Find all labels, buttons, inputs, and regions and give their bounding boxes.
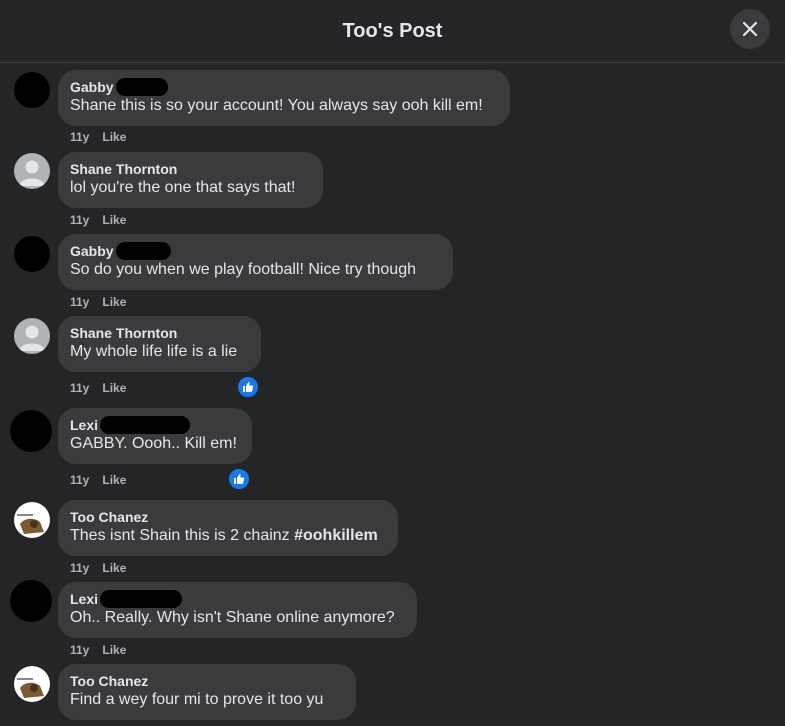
like-link[interactable]: Like: [102, 473, 126, 487]
avatar[interactable]: [14, 318, 50, 354]
comment-text: GABBY. Oooh.. Kill em!: [70, 435, 237, 452]
comment-author[interactable]: Shane Thornton: [70, 160, 311, 178]
comment-text: My whole life life is a lie: [70, 343, 238, 360]
redacted-name: [100, 416, 191, 434]
comment-text: Oh.. Really. Why isn't Shane online anym…: [70, 609, 395, 626]
avatar[interactable]: [10, 580, 52, 622]
like-link[interactable]: Like: [102, 561, 126, 575]
like-link[interactable]: Like: [102, 381, 126, 395]
default-avatar-icon: [19, 160, 45, 186]
comment-bubble: Gabby Shane this is so your account! You…: [58, 70, 510, 126]
thumbs-up-icon: [243, 382, 254, 392]
comment-text: So do you when we play football! Nice tr…: [70, 261, 416, 278]
comment-timestamp[interactable]: 11y: [70, 213, 89, 227]
comment-bubble: Too Chanez Find a wey four mi to prove i…: [58, 664, 356, 720]
comment-author[interactable]: Lexi: [70, 416, 98, 434]
comment-bubble: Gabby So do you when we play football! N…: [58, 234, 453, 290]
comment-timestamp[interactable]: 11y: [70, 130, 89, 144]
avatar[interactable]: [14, 236, 50, 272]
like-link[interactable]: Like: [102, 130, 126, 144]
post-title: Too's Post: [342, 19, 443, 42]
comment-author[interactable]: Gabby: [70, 78, 114, 96]
avatar[interactable]: [14, 666, 50, 702]
comment-timestamp[interactable]: 11y: [70, 561, 89, 575]
comment-timestamp[interactable]: 11y: [70, 295, 89, 309]
comment-bubble: Shane Thornton lol you're the one that s…: [58, 152, 323, 208]
hashtag-link[interactable]: #oohkillem: [294, 527, 378, 544]
comment-text: Find a wey four mi to prove it too yu: [70, 691, 324, 708]
comment-text: Thes isnt Shain this is 2 chainz #oohkil…: [70, 526, 386, 546]
comment-text: lol you're the one that says that!: [70, 179, 296, 196]
avatar[interactable]: [14, 502, 50, 538]
comment-author[interactable]: Gabby: [70, 242, 114, 260]
thumbs-up-icon: [234, 474, 245, 484]
comment-author[interactable]: Lexi: [70, 590, 98, 608]
like-reaction-badge[interactable]: [227, 467, 251, 491]
comment-timestamp[interactable]: 11y: [70, 473, 89, 487]
comment-text: Shane this is so your account! You alway…: [70, 97, 483, 114]
comment-bubble: Lexi GABBY. Oooh.. Kill em!: [58, 408, 252, 464]
redacted-name: [100, 590, 183, 608]
comment-author[interactable]: Shane Thornton: [70, 324, 249, 342]
comment-bubble: Shane Thornton My whole life life is a l…: [58, 316, 261, 372]
profile-photo-icon: [17, 514, 44, 534]
close-button[interactable]: [730, 9, 770, 49]
comment-text-body: Thes isnt Shain this is 2 chainz: [70, 527, 295, 544]
comment-author[interactable]: Too Chanez: [70, 672, 344, 690]
like-link[interactable]: Like: [102, 213, 126, 227]
profile-photo-icon: [17, 678, 44, 698]
comment-timestamp[interactable]: 11y: [70, 643, 89, 657]
avatar[interactable]: [14, 72, 50, 108]
comment-bubble: Too Chanez Thes isnt Shain this is 2 cha…: [58, 500, 398, 556]
post-header: Too's Post: [0, 0, 785, 63]
like-link[interactable]: Like: [102, 643, 126, 657]
redacted-name: [115, 242, 171, 260]
default-avatar-icon: [19, 325, 45, 351]
comment-timestamp[interactable]: 11y: [70, 381, 89, 395]
comment-author[interactable]: Too Chanez: [70, 508, 386, 526]
close-icon: [742, 21, 758, 37]
like-link[interactable]: Like: [102, 295, 126, 309]
comments-list: Gabby Shane this is so your account! You…: [0, 64, 785, 726]
comment-bubble: Lexi Oh.. Really. Why isn't Shane online…: [58, 582, 417, 638]
like-reaction-badge[interactable]: [236, 375, 260, 399]
avatar[interactable]: [14, 153, 50, 189]
avatar[interactable]: [10, 410, 52, 452]
redacted-name: [115, 78, 168, 96]
